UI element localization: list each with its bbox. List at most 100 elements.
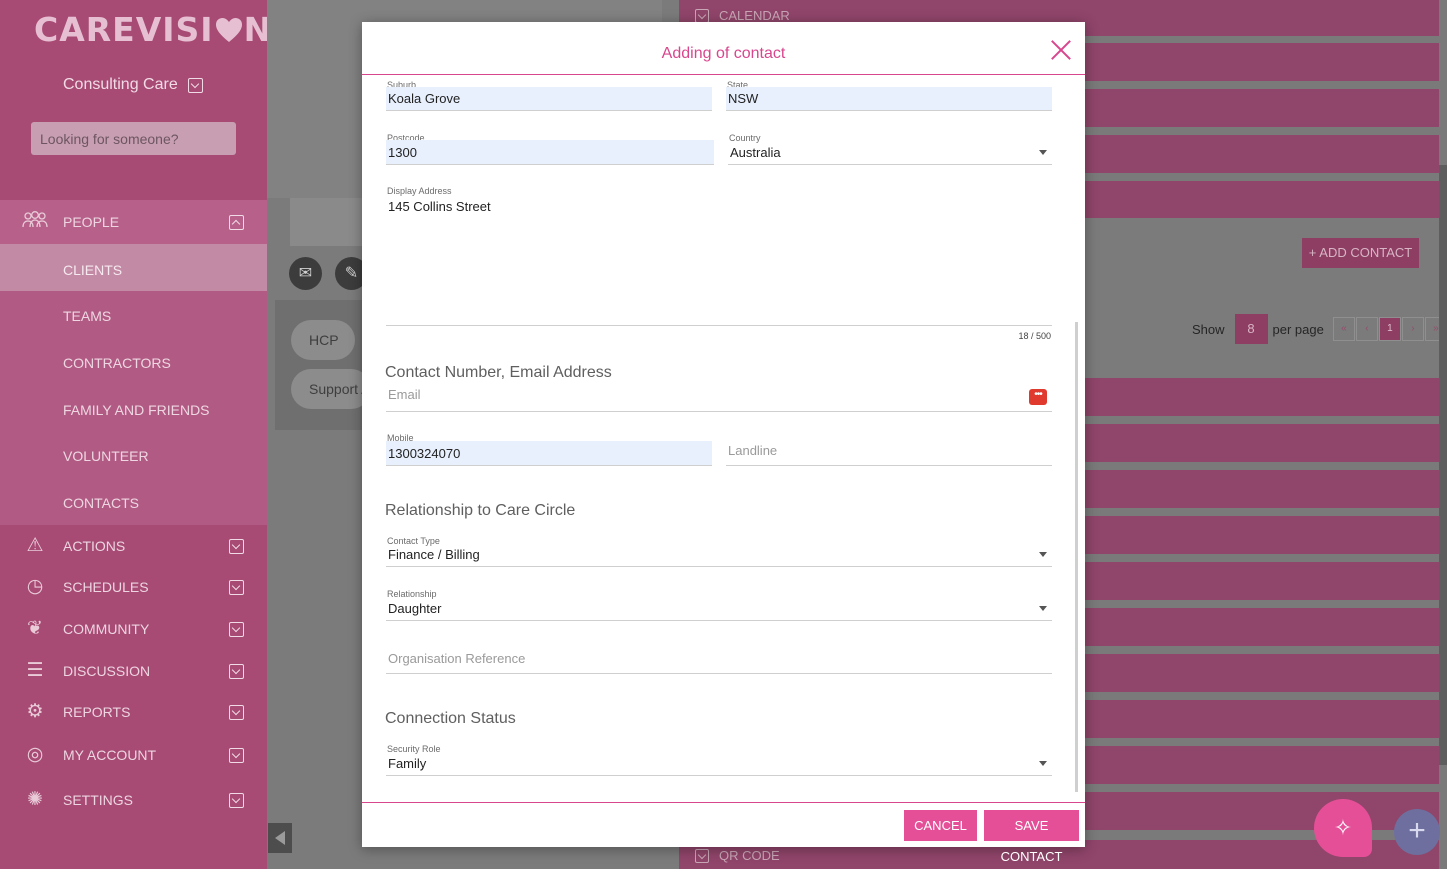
- subnav-active-bg: [0, 244, 267, 291]
- nav-reports-label: REPORTS: [63, 704, 131, 720]
- suburb-field[interactable]: Koala Grove: [386, 87, 712, 111]
- organisation-reference-field[interactable]: Organisation Reference: [386, 642, 1052, 674]
- calendar-label: CALENDAR: [719, 8, 790, 23]
- tag-hcp[interactable]: HCP: [291, 320, 355, 360]
- mobile-value: 1300324070: [388, 446, 461, 461]
- contact-type-value: Finance / Billing: [388, 547, 480, 562]
- heart-icon: [215, 17, 242, 42]
- modal-title: Adding of contact: [661, 45, 786, 62]
- people-subnav: CLIENTS TEAMS CONTRACTORS FAMILY AND FRI…: [0, 244, 267, 525]
- dropdown-arrow-icon: [1039, 150, 1047, 155]
- dropdown-arrow-icon: [1039, 761, 1047, 766]
- landline-placeholder: Landline: [728, 443, 778, 458]
- nav-actions[interactable]: ⚠ ACTIONS: [0, 534, 267, 558]
- nav-schedules[interactable]: ◷ SCHEDULES: [0, 575, 267, 599]
- add-contact-button[interactable]: + ADD CONTACT: [1302, 238, 1419, 268]
- nav-people-label: PEOPLE: [63, 214, 120, 230]
- carevision-logo[interactable]: CAREVISI N: [34, 10, 272, 49]
- warning-icon: ⚠: [26, 535, 44, 556]
- postcode-field[interactable]: 1300: [386, 140, 714, 165]
- subnav-contacts[interactable]: CONTACTS: [63, 495, 139, 511]
- chat-icon: ☰: [26, 660, 44, 681]
- lightbulb-icon[interactable]: ✧: [1314, 799, 1372, 857]
- clock-icon: ◷: [26, 576, 44, 597]
- email-field[interactable]: Email: [386, 386, 1052, 412]
- next-page-button[interactable]: ›: [1401, 317, 1424, 341]
- nav-people[interactable]: PEOPLE: [0, 200, 267, 244]
- contact-type-select[interactable]: Finance / Billing: [386, 544, 1052, 567]
- logo-text-left: CAREVISI: [34, 10, 214, 49]
- relationship-select[interactable]: Daughter: [386, 597, 1052, 621]
- first-page-button[interactable]: «: [1332, 317, 1355, 341]
- security-role-select[interactable]: Family: [386, 752, 1052, 776]
- nav-discussion-label: DISCUSSION: [63, 663, 151, 679]
- subnav-volunteer[interactable]: VOLUNTEER: [63, 448, 149, 464]
- chevron-down-icon: [229, 747, 244, 763]
- pagination: Show 8 per page « ‹ 1 › »: [1192, 314, 1447, 344]
- state-value: NSW: [728, 91, 759, 106]
- nav-community-label: COMMUNITY: [63, 621, 150, 637]
- nav-community[interactable]: ❦ COMMUNITY: [0, 617, 267, 641]
- modal-header: Adding of contact: [362, 22, 1085, 75]
- balloons-icon: ❦: [27, 618, 43, 639]
- chevron-down-icon: [695, 8, 709, 23]
- org-selector[interactable]: Consulting Care: [63, 76, 203, 94]
- chevron-down-icon: [229, 792, 244, 808]
- nav-schedules-label: SCHEDULES: [63, 579, 149, 595]
- mobile-field[interactable]: 1300324070: [386, 441, 712, 466]
- add-fab-button[interactable]: +: [1394, 809, 1440, 855]
- display-address-value: 145 Collins Street: [388, 199, 491, 214]
- security-role-value: Family: [388, 756, 427, 771]
- state-field[interactable]: NSW: [726, 87, 1052, 111]
- suburb-value: Koala Grove: [388, 91, 461, 106]
- landline-field[interactable]: Landline: [726, 436, 1052, 466]
- qr-code-row[interactable]: QR CODE: [695, 848, 780, 863]
- chevron-down-icon: [695, 848, 709, 863]
- org-name: Consulting Care: [63, 76, 178, 93]
- chevron-down-icon: [187, 77, 203, 93]
- subnav-teams[interactable]: TEAMS: [63, 308, 111, 324]
- nav-my-account-label: MY ACCOUNT: [63, 747, 157, 763]
- message-icon[interactable]: ✉: [289, 257, 322, 290]
- chevron-up-icon: [229, 214, 244, 230]
- section-connection-heading: Connection Status: [385, 710, 516, 727]
- nav-settings[interactable]: ✺ SETTINGS: [0, 788, 267, 812]
- per-page-select[interactable]: 8: [1234, 314, 1268, 344]
- chevron-down-icon: [229, 704, 244, 720]
- gear-icon: ✺: [27, 789, 43, 810]
- user-icon: ◎: [26, 744, 44, 765]
- chevron-down-icon: [229, 663, 244, 679]
- nav-my-account[interactable]: ◎ MY ACCOUNT: [0, 743, 267, 767]
- prev-page-button[interactable]: ‹: [1355, 317, 1378, 341]
- save-contact-button[interactable]: SAVE CONTACT: [984, 810, 1079, 864]
- page-scrollbar[interactable]: [1439, 165, 1447, 765]
- char-counter: 18 / 500: [1018, 331, 1051, 341]
- subnav-contractors[interactable]: CONTRACTORS: [63, 355, 171, 371]
- calendar-row[interactable]: CALENDAR: [695, 8, 790, 23]
- tag-support[interactable]: Support A: [291, 369, 371, 409]
- subnav-clients[interactable]: CLIENTS: [63, 262, 122, 278]
- sidebar: CAREVISI N Consulting Care PEOPLE CLIENT…: [0, 0, 271, 869]
- add-contact-modal: Adding of contact Suburb Koala Grove Sta…: [362, 22, 1085, 864]
- modal-scrollbar[interactable]: [1075, 322, 1078, 792]
- page-1-button[interactable]: 1: [1378, 317, 1401, 341]
- nav-discussion[interactable]: ☰ DISCUSSION: [0, 659, 267, 683]
- email-placeholder: Email: [388, 387, 421, 402]
- postcode-value: 1300: [388, 145, 417, 160]
- nav-settings-label: SETTINGS: [63, 792, 134, 808]
- collapse-sidebar-button[interactable]: [268, 823, 292, 853]
- show-label: Show: [1192, 321, 1225, 337]
- dropdown-arrow-icon: [1039, 606, 1047, 611]
- nav-reports[interactable]: ⚙ REPORTS: [0, 700, 267, 724]
- password-manager-icon[interactable]: •••: [1029, 389, 1047, 405]
- search-input[interactable]: [31, 122, 236, 155]
- close-icon[interactable]: [1050, 39, 1072, 61]
- dropdown-arrow-icon: [1039, 552, 1047, 557]
- country-select[interactable]: Australia: [728, 140, 1052, 165]
- cancel-button[interactable]: CANCEL: [904, 810, 977, 841]
- display-address-textarea[interactable]: 145 Collins Street: [386, 196, 1052, 326]
- subnav-family-and-friends[interactable]: FAMILY AND FRIENDS: [63, 402, 210, 418]
- section-contact-heading: Contact Number, Email Address: [385, 364, 612, 381]
- chevron-down-icon: [229, 579, 244, 595]
- section-relationship-heading: Relationship to Care Circle: [385, 502, 576, 519]
